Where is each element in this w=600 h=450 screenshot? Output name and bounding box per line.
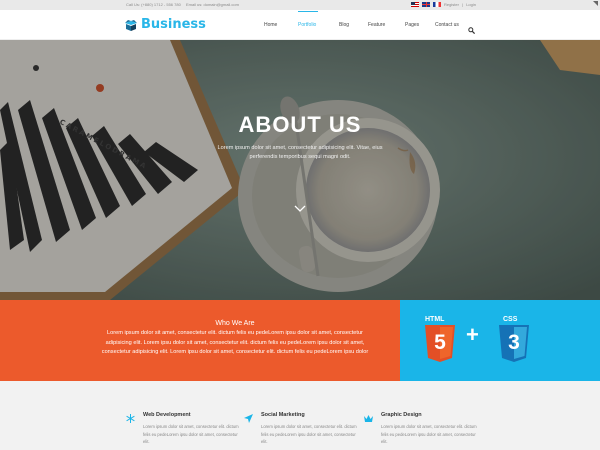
corner-fold-icon (593, 1, 598, 6)
contact-info: Call Us: (+880) 1712 - 556 780 Email us:… (126, 2, 243, 7)
uk-flag-icon[interactable] (422, 2, 430, 7)
page-title: ABOUT US (238, 112, 362, 137)
email-text[interactable]: Email us: domain@gmail.com (186, 2, 239, 7)
who-body: Lorem ipsum dolor sit amet, consectetur … (101, 330, 369, 355)
html5-digit: 5 (434, 331, 446, 354)
html-label: HTML (425, 316, 445, 323)
snowflake-icon (126, 410, 135, 423)
nav-home[interactable]: Home (264, 22, 277, 28)
logo[interactable]: Business (124, 17, 206, 32)
nav-portfolio[interactable]: Portfolio (298, 22, 316, 28)
brand-name: Business (141, 17, 206, 32)
nav-blog[interactable]: Blog (339, 22, 349, 28)
chevron-down-icon[interactable] (294, 200, 306, 212)
open-box-icon (124, 18, 138, 32)
account-links: Register | Login (444, 2, 476, 7)
language-switcher (411, 2, 441, 7)
feature-title: Social Marketing (261, 412, 305, 418)
feature-text: Lorem ipsum dolor sit amet, consectetur … (381, 424, 477, 444)
who-we-are-section: Who We Are Lorem ipsum dolor sit amet, c… (0, 300, 400, 381)
hero-section: CARAMELODRAMA ABOUT US Lorem ipsum dolor… (0, 40, 600, 300)
css3-shield-icon: 3 (497, 325, 531, 363)
top-bar: Call Us: (+880) 1712 - 556 780 Email us:… (0, 0, 600, 10)
hero-subtitle: Lorem ipsum dolor sit amet, consectetur … (217, 145, 383, 160)
login-link[interactable]: Login (466, 2, 476, 7)
phone-text: Call Us: (+880) 1712 - 556 780 (126, 2, 181, 7)
css-label: CSS (503, 316, 518, 323)
hero-background-image (0, 40, 600, 300)
plus-sign: + (466, 322, 479, 347)
us-flag-icon[interactable] (411, 2, 419, 7)
fr-flag-icon[interactable] (433, 2, 441, 7)
crown-icon (364, 410, 373, 422)
account-separator: | (462, 2, 464, 7)
feature-text: Lorem ipsum dolor sit amet, consectetur … (143, 424, 239, 444)
paper-plane-icon (244, 410, 253, 423)
html5-shield-icon: 5 (423, 325, 457, 363)
nav-contact-us[interactable]: Contact us (435, 22, 459, 28)
active-nav-indicator (298, 11, 318, 12)
css3-digit: 3 (508, 331, 520, 354)
main-header: Business Home Portfolio Blog Feature Pag… (0, 10, 600, 40)
nav-pages[interactable]: Pages (405, 22, 419, 28)
feature-title: Graphic Design (381, 412, 422, 418)
feature-text: Lorem ipsum dolor sit amet, consectetur … (261, 424, 357, 444)
nav-feature[interactable]: Feature (368, 22, 385, 28)
register-link[interactable]: Register (444, 2, 459, 7)
feature-title: Web Development (143, 412, 191, 418)
search-icon[interactable] (468, 21, 476, 35)
